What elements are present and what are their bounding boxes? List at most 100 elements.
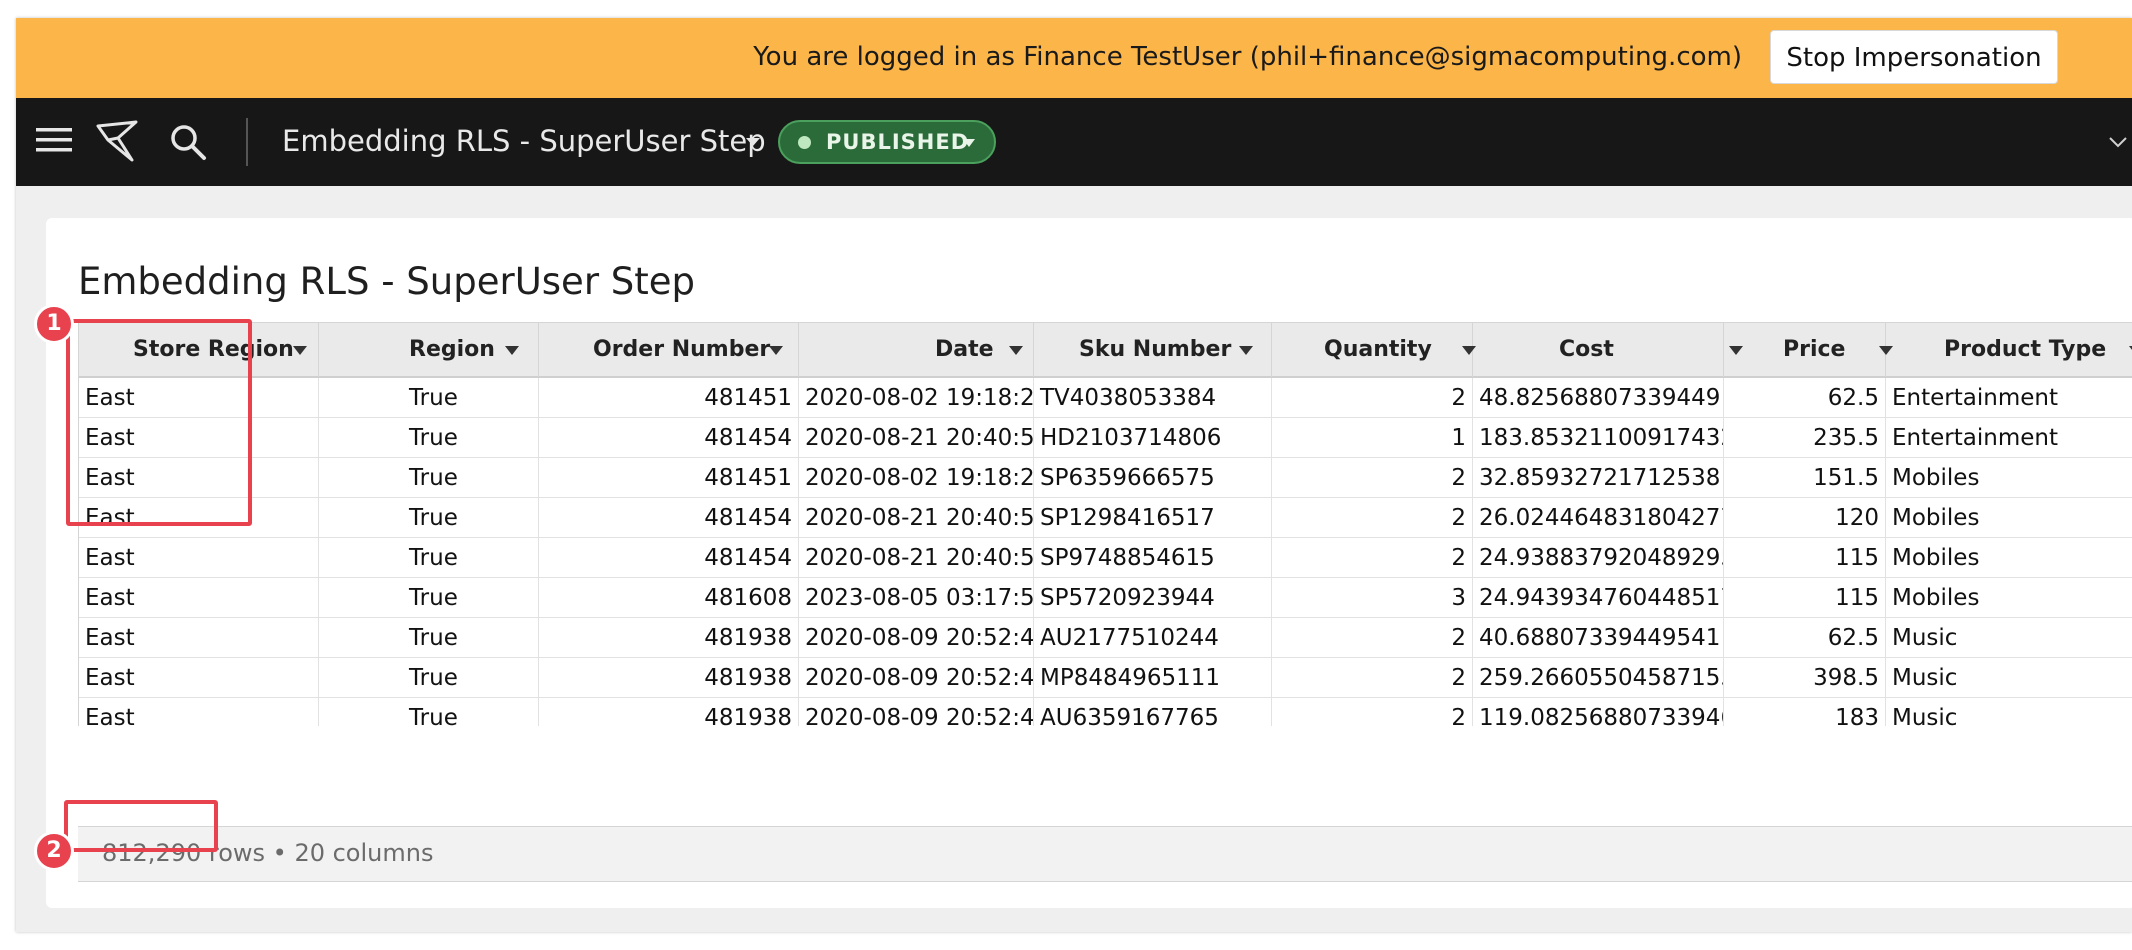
cell-date[interactable]: 2023-08-05 03:17:57 (799, 578, 1034, 617)
cell-price[interactable]: 120 (1724, 498, 1886, 537)
column-menu-caret-icon[interactable] (1239, 346, 1253, 355)
cell-quantity[interactable]: 2 (1272, 698, 1473, 726)
column-header-sku-number[interactable]: Sku Number (1034, 323, 1272, 377)
cell-date[interactable]: 2020-08-21 20:40:51 (799, 538, 1034, 577)
cell-date[interactable]: 2020-08-21 20:40:51 (799, 498, 1034, 537)
cell-region[interactable]: True (319, 378, 539, 417)
table-row[interactable]: East True 481454 2020-08-21 20:40:51 SP97488… (79, 538, 2132, 578)
column-header-date[interactable]: Date (799, 323, 1034, 377)
cell-quantity[interactable]: 2 (1272, 458, 1473, 497)
cell-product-type[interactable]: Mobiles (1886, 578, 2132, 617)
cell-price[interactable]: 62.5 (1724, 378, 1886, 417)
column-header-price[interactable]: Price (1724, 323, 1893, 377)
cell-price[interactable]: 62.5 (1724, 618, 1886, 657)
cell-order-number[interactable]: 481451 (539, 378, 799, 417)
column-header-cost[interactable]: Cost (1473, 323, 1743, 377)
cell-product-type[interactable]: Entertainment (1886, 418, 2132, 457)
cell-date[interactable]: 2020-08-21 20:40:51 (799, 418, 1034, 457)
chevron-down-icon[interactable] (742, 134, 764, 150)
cell-sku-number[interactable]: MP8484965111 (1034, 658, 1272, 697)
cell-order-number[interactable]: 481454 (539, 498, 799, 537)
cell-cost[interactable]: 26.024464831804277 (1473, 498, 1724, 537)
cell-region[interactable]: True (319, 418, 539, 457)
cell-order-number[interactable]: 481938 (539, 658, 799, 697)
cell-sku-number[interactable]: AU6359167765 (1034, 698, 1272, 726)
table-row[interactable]: East True 481454 2020-08-21 20:40:51 SP12984… (79, 498, 2132, 538)
cell-quantity[interactable]: 1 (1272, 418, 1473, 457)
table-row[interactable]: East True 481451 2020-08-02 19:18:21 TV40380… (79, 378, 2132, 418)
table-row[interactable]: East True 481938 2020-08-09 20:52:48 AU63591… (79, 698, 2132, 726)
table-row[interactable]: East True 481608 2023-08-05 03:17:57 SP57209… (79, 578, 2132, 618)
sigma-logo-icon[interactable] (96, 118, 142, 164)
cell-date[interactable]: 2020-08-02 19:18:21 (799, 378, 1034, 417)
cell-quantity[interactable]: 2 (1272, 378, 1473, 417)
cell-store-region[interactable]: East (79, 658, 319, 697)
cell-date[interactable]: 2020-08-09 20:52:48 (799, 698, 1034, 726)
cell-sku-number[interactable]: SP9748854615 (1034, 538, 1272, 577)
cell-store-region[interactable]: East (79, 698, 319, 726)
cell-price[interactable]: 151.5 (1724, 458, 1886, 497)
cell-sku-number[interactable]: SP6359666575 (1034, 458, 1272, 497)
cell-cost[interactable]: 183.85321100917432 (1473, 418, 1724, 457)
cell-quantity[interactable]: 2 (1272, 658, 1473, 697)
menu-icon[interactable] (36, 122, 72, 158)
cell-product-type[interactable]: Music (1886, 658, 2132, 697)
cell-price[interactable]: 398.5 (1724, 658, 1886, 697)
cell-product-type[interactable]: Mobiles (1886, 538, 2132, 577)
cell-order-number[interactable]: 481454 (539, 418, 799, 457)
cell-product-type[interactable]: Music (1886, 618, 2132, 657)
cell-quantity[interactable]: 2 (1272, 618, 1473, 657)
column-header-region[interactable]: Region (319, 323, 539, 377)
cell-region[interactable]: True (319, 578, 539, 617)
cell-store-region[interactable]: East (79, 578, 319, 617)
cell-product-type[interactable]: Entertainment (1886, 378, 2132, 417)
cell-cost[interactable]: 24.938837920489295 (1473, 538, 1724, 577)
chevron-down-icon[interactable] (2108, 136, 2128, 148)
cell-region[interactable]: True (319, 498, 539, 537)
cell-date[interactable]: 2020-08-09 20:52:48 (799, 618, 1034, 657)
cell-cost[interactable]: 40.68807339449541 (1473, 618, 1724, 657)
column-menu-caret-icon[interactable] (505, 346, 519, 355)
cell-region[interactable]: True (319, 618, 539, 657)
cell-price[interactable]: 183 (1724, 698, 1886, 726)
cell-cost[interactable]: 48.82568807339449 (1473, 378, 1724, 417)
cell-cost[interactable]: 24.943934760448517 (1473, 578, 1724, 617)
cell-sku-number[interactable]: SP5720923944 (1034, 578, 1272, 617)
cell-order-number[interactable]: 481451 (539, 458, 799, 497)
column-header-quantity[interactable]: Quantity (1272, 323, 1476, 377)
cell-cost[interactable]: 119.08256880733946 (1473, 698, 1724, 726)
cell-order-number[interactable]: 481608 (539, 578, 799, 617)
column-menu-caret-icon[interactable] (293, 346, 307, 355)
column-header-order-number[interactable]: Order Number (539, 323, 799, 377)
cell-cost[interactable]: 32.85932721712538 (1473, 458, 1724, 497)
cell-region[interactable]: True (319, 458, 539, 497)
stop-impersonation-button[interactable]: Stop Impersonation (1770, 30, 2058, 84)
cell-sku-number[interactable]: SP1298416517 (1034, 498, 1272, 537)
cell-product-type[interactable]: Music (1886, 698, 2132, 726)
cell-quantity[interactable]: 3 (1272, 578, 1473, 617)
cell-price[interactable]: 115 (1724, 538, 1886, 577)
workbook-title[interactable]: Embedding RLS - SuperUser Step (282, 124, 766, 158)
cell-cost[interactable]: 259.26605504587155 (1473, 658, 1724, 697)
table-row[interactable]: East True 481938 2020-08-09 20:52:48 AU21775… (79, 618, 2132, 658)
table-row[interactable]: East True 481451 2020-08-02 19:18:21 SP63596… (79, 458, 2132, 498)
cell-price[interactable]: 115 (1724, 578, 1886, 617)
search-icon[interactable] (168, 122, 208, 162)
cell-price[interactable]: 235.5 (1724, 418, 1886, 457)
table-row[interactable]: East True 481938 2020-08-09 20:52:48 MP84849… (79, 658, 2132, 698)
cell-region[interactable]: True (319, 698, 539, 726)
column-header-product-type[interactable]: Product Type (1886, 323, 2132, 377)
published-status-button[interactable]: PUBLISHED (778, 120, 996, 164)
cell-region[interactable]: True (319, 658, 539, 697)
column-menu-caret-icon[interactable] (769, 346, 783, 355)
table-row[interactable]: East True 481454 2020-08-21 20:40:51 HD21037… (79, 418, 2132, 458)
cell-sku-number[interactable]: AU2177510244 (1034, 618, 1272, 657)
cell-order-number[interactable]: 481938 (539, 618, 799, 657)
cell-store-region[interactable]: East (79, 618, 319, 657)
cell-product-type[interactable]: Mobiles (1886, 458, 2132, 497)
cell-region[interactable]: True (319, 538, 539, 577)
cell-sku-number[interactable]: TV4038053384 (1034, 378, 1272, 417)
cell-quantity[interactable]: 2 (1272, 538, 1473, 577)
cell-sku-number[interactable]: HD2103714806 (1034, 418, 1272, 457)
cell-order-number[interactable]: 481938 (539, 698, 799, 726)
